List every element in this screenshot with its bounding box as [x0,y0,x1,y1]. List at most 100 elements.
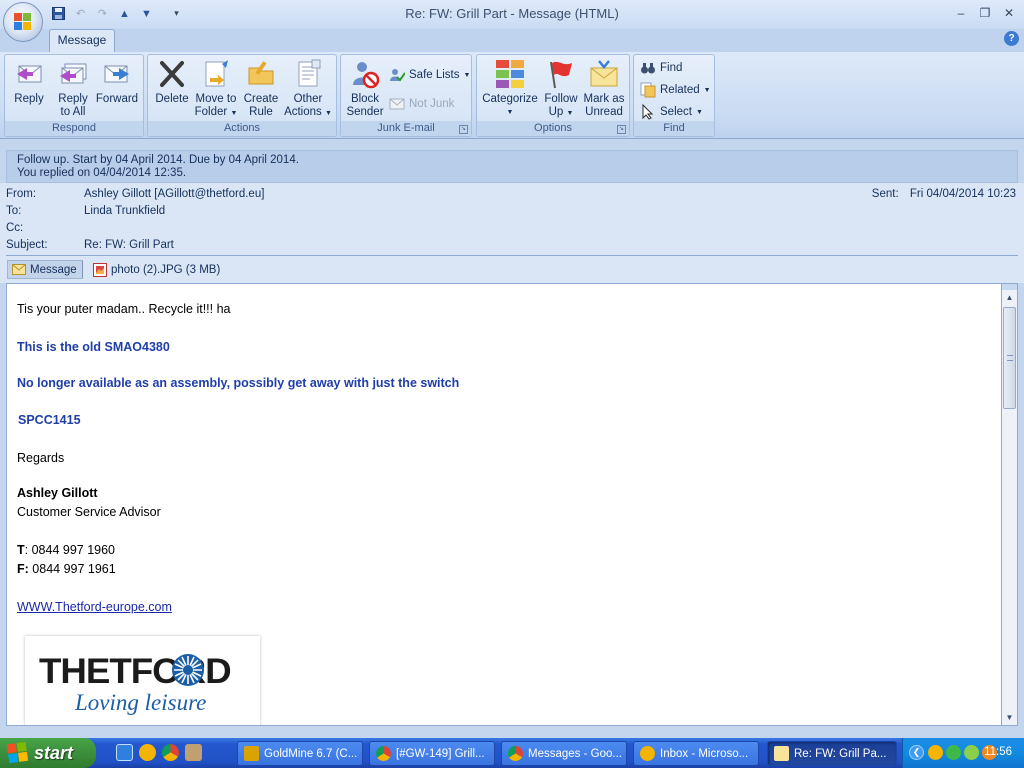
create-rule-label-1: Create [243,93,279,105]
chrome-icon [508,746,523,761]
status-green-icon[interactable] [946,745,961,760]
scroll-down-arrow-icon[interactable]: ▼ [1002,710,1017,725]
task-grill-part-label: Re: FW: Grill Pa... [794,747,887,760]
forward-button[interactable]: Forward [94,58,140,106]
follow-up-button[interactable]: Follow Up ▼ [541,58,581,120]
follow-up-label-1: Follow [544,93,578,105]
from-value[interactable]: Ashley Gillott [AGillott@thetford.eu] [84,188,264,200]
delete-button[interactable]: Delete [152,58,192,106]
task-gw-149-label: [#GW-149] Grill... [396,747,485,760]
subject-label: Subject: [6,239,48,251]
office-logo-icon [14,13,32,31]
block-sender-label-2: Sender [346,106,384,118]
related-button[interactable]: Related ▼ [640,81,711,99]
minimize-icon[interactable]: – [952,4,970,22]
system-tray: ❮ 11:56 [902,738,1024,768]
safe-lists-dropdown-icon: ▼ [463,71,471,79]
sent-field: Sent: Fri 04/04/2014 10:23 [872,188,1016,200]
other-actions-button[interactable]: Other Actions ▼ [284,58,332,120]
move-label-1: Move to [195,93,237,105]
scrollbar-grip [1007,355,1013,361]
outlook-icon[interactable] [139,744,156,761]
ribbon: Reply Reply to All Forward Respond Delet… [0,52,1024,139]
message-tab-button[interactable]: Message [7,260,83,279]
not-junk-button[interactable]: Not Junk [389,95,454,113]
move-label-2: Folder ▼ [193,106,239,120]
to-value[interactable]: Linda Trunkfield [84,205,165,217]
title-bar: ↶ ↷ ▲ ▼ ▾ Re: FW: Grill Part - Message (… [0,0,1024,29]
body-scrollbar[interactable]: ▲ ▼ [1001,283,1018,726]
message-tab-label: Message [30,263,77,276]
start-button[interactable]: start [0,738,96,768]
cc-label: Cc: [6,222,24,234]
not-junk-label: Not Junk [409,98,455,110]
safe-lists-button[interactable]: Safe Lists ▼ [389,66,470,84]
options-dialog-launcher-icon[interactable]: ↘ [617,125,626,134]
to-label: To: [6,205,22,217]
follow-up-dropdown-icon: ▼ [566,110,574,117]
show-hidden-icons-icon[interactable]: ❮ [909,745,924,760]
taskbar: start GoldMine 6.7 (C... [#GW-149] Grill… [0,738,1024,768]
categorize-dropdown-icon: ▼ [506,109,514,116]
move-label-2-text: Folder [194,106,228,118]
from-label: From: [6,188,37,200]
binoculars-icon [640,60,656,76]
tab-message[interactable]: Message [49,29,115,52]
block-sender-button[interactable]: Block Sender [343,58,387,119]
info-bar[interactable]: Follow up. Start by 04 April 2014. Due b… [6,150,1018,183]
reply-icon [13,58,45,90]
select-label: Select [660,106,692,118]
forward-label: Forward [95,93,139,105]
window-controls: – ❐ ✕ [952,4,1018,22]
body-line-3: No longer available as an assembly, poss… [17,376,460,390]
group-actions: Delete Move to Folder ▼ Create Rule Othe… [147,54,337,137]
junk-dialog-launcher-icon[interactable]: ↘ [459,125,468,134]
fax-number: 0844 997 1961 [28,562,116,576]
restore-icon[interactable]: ❐ [976,4,994,22]
ie-icon[interactable] [116,744,133,761]
reply-all-button[interactable]: Reply to All [53,58,93,119]
info-bar-follow-up: Follow up. Start by 04 April 2014. Due b… [17,154,299,166]
move-to-folder-button[interactable]: Move to Folder ▼ [193,58,239,120]
telephone-label: T [17,543,25,557]
group-label-options: Options [477,121,629,136]
create-rule-icon [245,58,277,90]
attachment-photo[interactable]: photo (2).JPG (3 MB) [89,260,224,279]
task-inbox[interactable]: Inbox - Microso... [633,741,759,766]
task-messages[interactable]: Messages - Goo... [501,741,627,766]
window-title: Re: FW: Grill Part - Message (HTML) [405,6,619,21]
help-icon[interactable]: ? [1004,31,1019,46]
sun-logo-icon [172,654,204,686]
find-button[interactable]: Find [640,59,682,77]
sent-value: Fri 04/04/2014 10:23 [909,188,1016,200]
scrollbar-thumb[interactable] [1003,307,1016,409]
subject-value: Re: FW: Grill Part [84,239,174,251]
reply-button[interactable]: Reply [9,58,49,106]
task-grill-part[interactable]: Re: FW: Grill Pa... [767,741,897,766]
close-icon[interactable]: ✕ [1000,4,1018,22]
not-junk-icon [389,96,405,112]
select-button[interactable]: Select ▼ [640,103,703,121]
clock[interactable]: 11:56 [984,746,1012,758]
delete-icon [156,58,188,90]
body-line-4: SPCC1415 [18,413,81,427]
task-gw-149[interactable]: [#GW-149] Grill... [369,741,495,766]
categorize-button[interactable]: Categorize ▼ [480,58,540,119]
message-body[interactable]: Tis your puter madam.. Recycle it!!! ha … [6,283,1001,726]
categorize-icon [494,58,526,90]
outlook-tray-icon[interactable] [928,745,943,760]
app-shortcut-icon[interactable] [185,744,202,761]
task-goldmine[interactable]: GoldMine 6.7 (C... [237,741,363,766]
signature-fax: F: 0844 997 1961 [17,562,116,576]
status-lime-icon[interactable] [964,745,979,760]
window-bottom-border [0,726,1024,738]
scroll-up-arrow-icon[interactable]: ▲ [1002,290,1017,305]
group-respond: Reply Reply to All Forward Respond [4,54,144,137]
mark-as-unread-button[interactable]: Mark as Unread [582,58,626,119]
related-dropdown-icon: ▼ [703,86,711,94]
create-rule-button[interactable]: Create Rule [241,58,281,119]
telephone-number: : 0844 997 1960 [24,543,116,557]
office-button[interactable] [3,2,43,42]
chrome-icon[interactable] [162,744,179,761]
website-link[interactable]: WWW.Thetford-europe.com [17,600,172,614]
